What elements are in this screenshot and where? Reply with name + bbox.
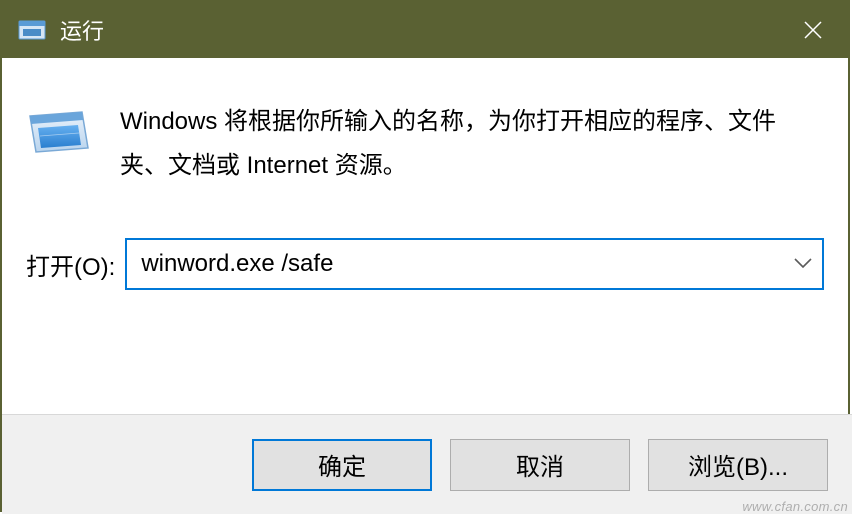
- watermark-text: www.cfan.com.cn: [742, 499, 848, 514]
- title-text: 运行: [60, 14, 104, 46]
- run-dialog-window: 运行: [0, 0, 850, 512]
- open-input[interactable]: [125, 238, 824, 290]
- title-bar: 运行: [2, 2, 848, 58]
- run-title-icon: [18, 18, 46, 42]
- open-label: 打开(O):: [26, 247, 115, 282]
- dialog-footer: 确定 取消 浏览(B)...: [2, 414, 852, 514]
- dialog-content: Windows 将根据你所输入的名称，为你打开相应的程序、文件夹、文档或 Int…: [2, 58, 848, 290]
- description-row: Windows 将根据你所输入的名称，为你打开相应的程序、文件夹、文档或 Int…: [26, 100, 824, 188]
- open-combobox[interactable]: [125, 238, 824, 290]
- description-text: Windows 将根据你所输入的名称，为你打开相应的程序、文件夹、文档或 Int…: [120, 100, 824, 188]
- browse-button[interactable]: 浏览(B)...: [648, 439, 828, 491]
- run-icon: [26, 106, 92, 162]
- open-input-row: 打开(O):: [26, 238, 824, 290]
- ok-button[interactable]: 确定: [252, 439, 432, 491]
- cancel-button[interactable]: 取消: [450, 439, 630, 491]
- close-button[interactable]: [778, 2, 848, 58]
